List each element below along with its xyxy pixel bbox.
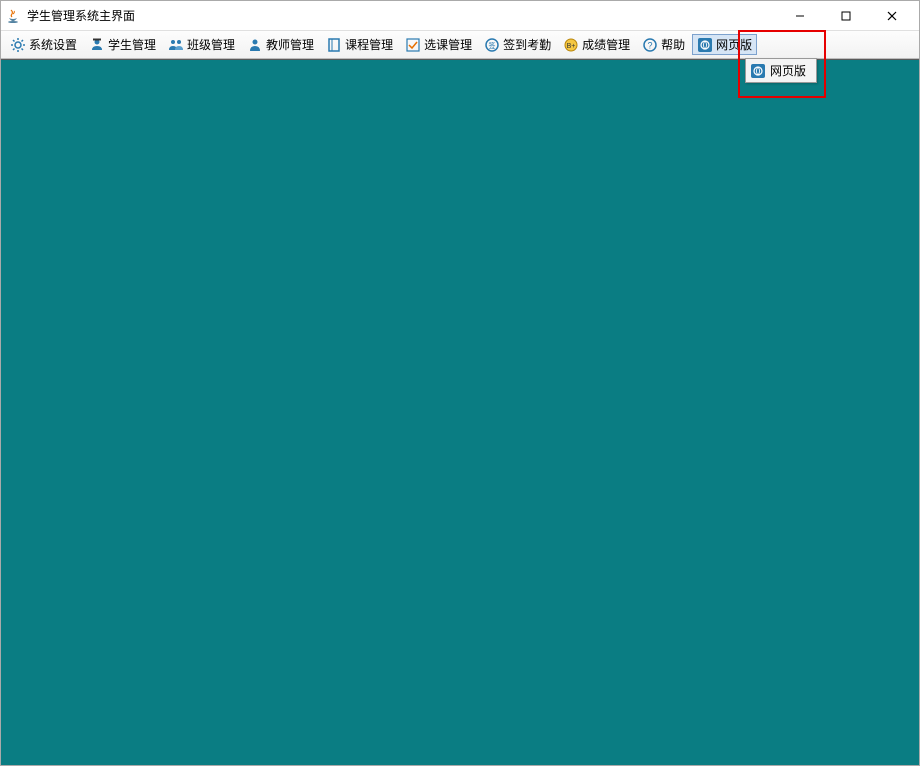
dropdown-item-web-version[interactable]: 网页版	[746, 59, 816, 82]
maximize-button[interactable]	[823, 1, 869, 31]
menu-label: 班级管理	[187, 36, 235, 53]
teacher-icon	[247, 37, 263, 53]
close-button[interactable]	[869, 1, 915, 31]
menu-label: 网页版	[716, 36, 752, 53]
menu-label: 教师管理	[266, 36, 314, 53]
checklist-icon	[405, 37, 421, 53]
menu-help[interactable]: ? 帮助	[637, 34, 690, 55]
menu-teacher-management[interactable]: 教师管理	[242, 34, 319, 55]
seal-icon: 签	[484, 37, 500, 53]
menubar: 系统设置 学生管理 班级管理 教师管理 课程管理	[1, 31, 919, 59]
menu-class-management[interactable]: 班级管理	[163, 34, 240, 55]
group-icon	[168, 37, 184, 53]
menu-label: 签到考勤	[503, 36, 551, 53]
student-icon	[89, 37, 105, 53]
main-window: 学生管理系统主界面 系统设置 学生管理	[0, 0, 920, 766]
menu-course-management[interactable]: 课程管理	[321, 34, 398, 55]
help-icon: ?	[642, 37, 658, 53]
minimize-button[interactable]	[777, 1, 823, 31]
menu-label: 系统设置	[29, 36, 77, 53]
web-version-dropdown: 网页版	[745, 58, 817, 83]
menu-label: 课程管理	[345, 36, 393, 53]
menu-web-version[interactable]: 网页版	[692, 34, 757, 55]
web-icon	[750, 63, 766, 79]
svg-text:?: ?	[648, 40, 653, 50]
dropdown-label: 网页版	[770, 62, 806, 79]
web-icon	[697, 37, 713, 53]
menu-grade-management[interactable]: B+ 成绩管理	[558, 34, 635, 55]
window-title: 学生管理系统主界面	[27, 7, 135, 24]
java-icon	[5, 8, 21, 24]
content-area	[1, 59, 919, 765]
book-icon	[326, 37, 342, 53]
menu-label: 帮助	[661, 36, 685, 53]
svg-text:签: 签	[489, 41, 496, 50]
window-controls	[777, 1, 915, 31]
titlebar: 学生管理系统主界面	[1, 1, 919, 31]
menu-student-management[interactable]: 学生管理	[84, 34, 161, 55]
gear-icon	[10, 37, 26, 53]
svg-text:B+: B+	[567, 43, 576, 50]
menu-attendance[interactable]: 签 签到考勤	[479, 34, 556, 55]
menu-label: 学生管理	[108, 36, 156, 53]
menu-system-settings[interactable]: 系统设置	[5, 34, 82, 55]
badge-icon: B+	[563, 37, 579, 53]
menu-label: 成绩管理	[582, 36, 630, 53]
menu-course-selection[interactable]: 选课管理	[400, 34, 477, 55]
menu-label: 选课管理	[424, 36, 472, 53]
